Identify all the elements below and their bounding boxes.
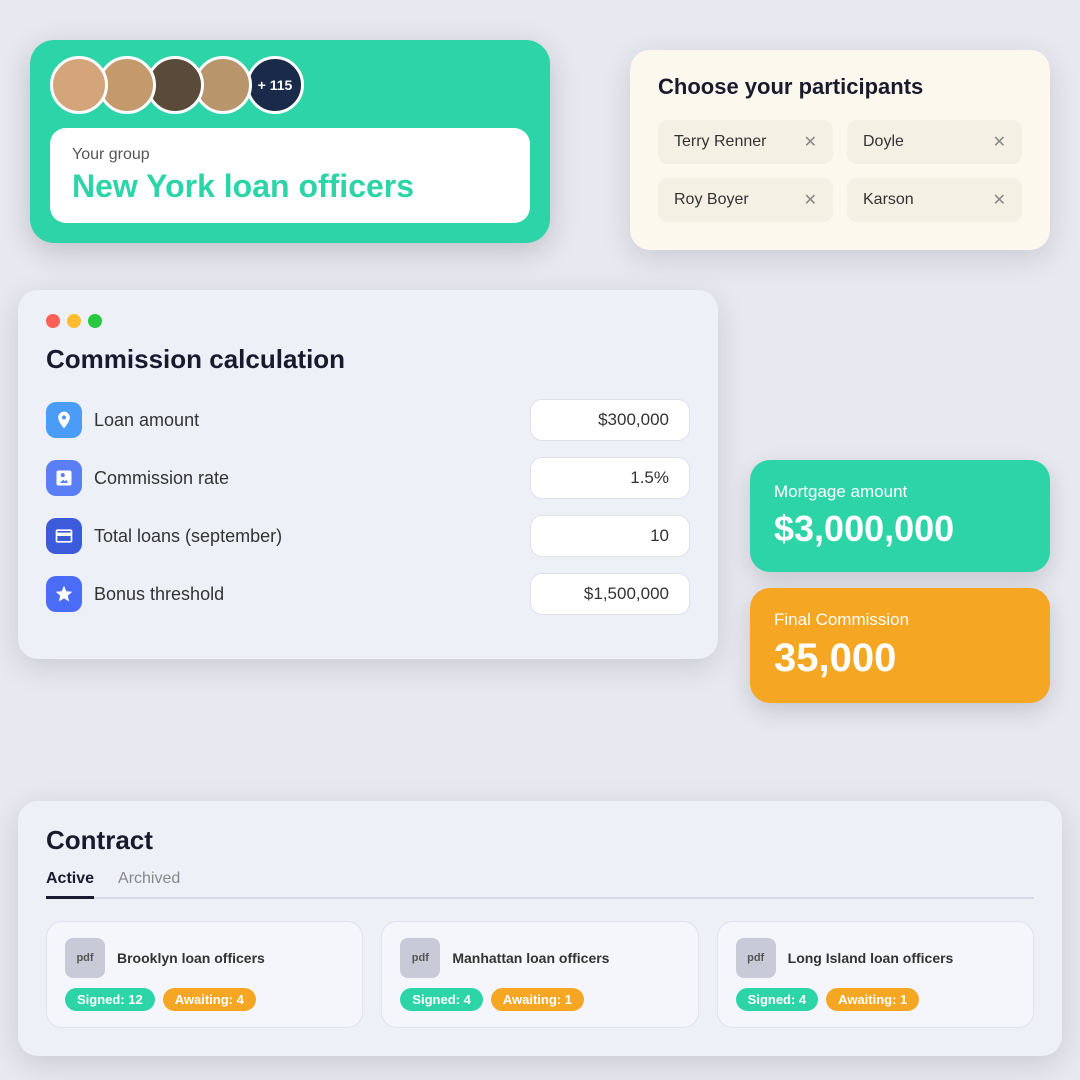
dot-yellow[interactable] xyxy=(67,314,81,328)
contract-tabs: Active Archived xyxy=(46,870,1034,899)
avatar-count: + 115 xyxy=(246,56,304,114)
field-label-2: Total loans (september) xyxy=(94,526,282,547)
calc-row-0: Loan amount $300,000 xyxy=(46,399,690,441)
calc-label-3: Bonus threshold xyxy=(46,576,224,612)
card-icon xyxy=(46,518,82,554)
pdf-icon-0: pdf xyxy=(65,938,105,978)
percent-icon xyxy=(46,460,82,496)
remove-participant-0[interactable]: ✕ xyxy=(804,132,817,152)
contract-badges-1: Signed: 4 Awaiting: 1 xyxy=(400,988,679,1011)
group-name: New York loan officers xyxy=(72,168,508,205)
contract-item-2[interactable]: pdf Long Island loan officers Signed: 4 … xyxy=(717,921,1034,1028)
contract-item-header-2: pdf Long Island loan officers xyxy=(736,938,1015,978)
tab-archived[interactable]: Archived xyxy=(118,870,180,897)
participant-tag-2[interactable]: Roy Boyer ✕ xyxy=(658,178,833,222)
remove-participant-2[interactable]: ✕ xyxy=(804,190,817,210)
participant-name-0: Terry Renner xyxy=(674,133,766,151)
awaiting-badge-0: Awaiting: 4 xyxy=(163,988,256,1011)
awaiting-badge-1: Awaiting: 1 xyxy=(491,988,584,1011)
participant-tag-0[interactable]: Terry Renner ✕ xyxy=(658,120,833,164)
mortgage-label: Mortgage amount xyxy=(774,482,1026,502)
contract-badges-0: Signed: 12 Awaiting: 4 xyxy=(65,988,344,1011)
participants-title: Choose your participants xyxy=(658,74,1022,100)
commission-result-value: 35,000 xyxy=(774,636,1026,681)
pdf-icon-1: pdf xyxy=(400,938,440,978)
contract-list: pdf Brooklyn loan officers Signed: 12 Aw… xyxy=(46,921,1034,1028)
avatar-1 xyxy=(50,56,108,114)
field-value-1[interactable]: 1.5% xyxy=(530,457,690,499)
commission-title: Commission calculation xyxy=(46,344,690,375)
group-card: + 115 Your group New York loan officers xyxy=(30,40,550,243)
results-panel: Mortgage amount $3,000,000 Final Commiss… xyxy=(750,460,1050,703)
avatar-row: + 115 xyxy=(50,56,530,114)
commission-result-label: Final Commission xyxy=(774,610,1026,630)
participant-grid: Terry Renner ✕ Doyle ✕ Roy Boyer ✕ Karso… xyxy=(658,120,1022,222)
calc-row-3: Bonus threshold $1,500,000 xyxy=(46,573,690,615)
mortgage-card: Mortgage amount $3,000,000 xyxy=(750,460,1050,572)
contract-badges-2: Signed: 4 Awaiting: 1 xyxy=(736,988,1015,1011)
calc-label-2: Total loans (september) xyxy=(46,518,282,554)
contract-title: Contract xyxy=(46,825,1034,856)
calc-row-2: Total loans (september) 10 xyxy=(46,515,690,557)
commission-panel: Commission calculation Loan amount $300,… xyxy=(18,290,718,659)
loan-icon xyxy=(46,402,82,438)
remove-participant-3[interactable]: ✕ xyxy=(993,190,1006,210)
participants-card: Choose your participants Terry Renner ✕ … xyxy=(630,50,1050,250)
dot-red[interactable] xyxy=(46,314,60,328)
tab-active[interactable]: Active xyxy=(46,870,94,899)
remove-participant-1[interactable]: ✕ xyxy=(993,132,1006,152)
contract-name-0: Brooklyn loan officers xyxy=(117,950,265,966)
signed-badge-1: Signed: 4 xyxy=(400,988,483,1011)
contract-item-header-0: pdf Brooklyn loan officers xyxy=(65,938,344,978)
commission-result-card: Final Commission 35,000 xyxy=(750,588,1050,703)
field-value-3[interactable]: $1,500,000 xyxy=(530,573,690,615)
field-value-2[interactable]: 10 xyxy=(530,515,690,557)
window-dots xyxy=(46,314,690,328)
star-icon xyxy=(46,576,82,612)
calc-row-1: Commission rate 1.5% xyxy=(46,457,690,499)
field-value-0[interactable]: $300,000 xyxy=(530,399,690,441)
contract-item-1[interactable]: pdf Manhattan loan officers Signed: 4 Aw… xyxy=(381,921,698,1028)
participant-tag-1[interactable]: Doyle ✕ xyxy=(847,120,1022,164)
signed-badge-0: Signed: 12 xyxy=(65,988,155,1011)
contract-item-0[interactable]: pdf Brooklyn loan officers Signed: 12 Aw… xyxy=(46,921,363,1028)
field-label-1: Commission rate xyxy=(94,468,229,489)
contract-item-header-1: pdf Manhattan loan officers xyxy=(400,938,679,978)
contract-panel: Contract Active Archived pdf Brooklyn lo… xyxy=(18,801,1062,1056)
contract-name-2: Long Island loan officers xyxy=(788,950,954,966)
participant-name-2: Roy Boyer xyxy=(674,191,749,209)
participant-name-3: Karson xyxy=(863,191,914,209)
pdf-icon-2: pdf xyxy=(736,938,776,978)
awaiting-badge-2: Awaiting: 1 xyxy=(826,988,919,1011)
group-label: Your group xyxy=(72,146,508,164)
contract-name-1: Manhattan loan officers xyxy=(452,950,609,966)
group-inner: Your group New York loan officers xyxy=(50,128,530,223)
calc-label-0: Loan amount xyxy=(46,402,199,438)
mortgage-value: $3,000,000 xyxy=(774,508,1026,550)
dot-green[interactable] xyxy=(88,314,102,328)
participant-name-1: Doyle xyxy=(863,133,904,151)
participant-tag-3[interactable]: Karson ✕ xyxy=(847,178,1022,222)
signed-badge-2: Signed: 4 xyxy=(736,988,819,1011)
calc-label-1: Commission rate xyxy=(46,460,229,496)
field-label-3: Bonus threshold xyxy=(94,584,224,605)
field-label-0: Loan amount xyxy=(94,410,199,431)
